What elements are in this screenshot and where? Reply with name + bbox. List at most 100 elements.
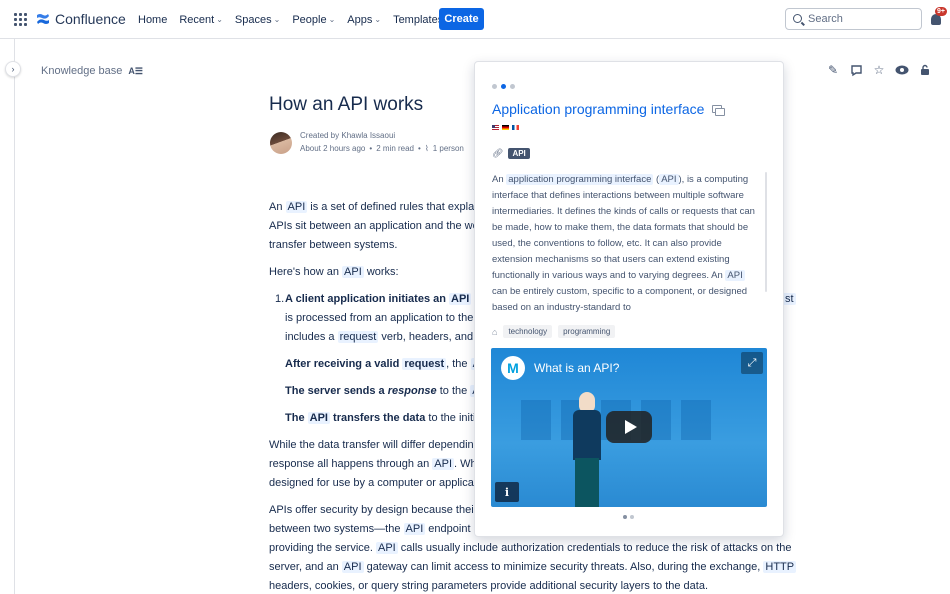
notifications-button[interactable]: 9+ — [930, 7, 947, 26]
video-title: What is an API? — [534, 361, 620, 375]
nav-apps[interactable]: Apps ⌄ — [347, 14, 381, 26]
search-placeholder: Search — [808, 13, 843, 25]
fullscreen-icon[interactable]: ⤢ — [741, 352, 763, 374]
french-flag-icon[interactable] — [512, 125, 519, 130]
glossary-term[interactable]: API — [432, 458, 455, 470]
nav-apps-label: Apps — [347, 13, 373, 26]
breadcrumb: Knowledge base A☰ — [41, 65, 143, 77]
tag-icon: ⌂ — [492, 326, 498, 337]
separator-dot: • — [418, 144, 421, 153]
glossary-term[interactable]: API — [341, 561, 364, 573]
list-item: After receiving a valid request, the A — [285, 355, 482, 374]
page-width-icon[interactable]: A☰ — [128, 66, 143, 77]
sidebar-collapsed — [0, 39, 15, 594]
page-viewers[interactable]: 1 person — [433, 144, 464, 153]
page-read-time: 2 min read — [376, 144, 414, 153]
list-item-overflow: st — [783, 290, 796, 309]
nav-people[interactable]: People ⌄ — [292, 14, 335, 26]
glossary-term[interactable]: API — [449, 293, 472, 305]
chevron-down-icon: ⌄ — [328, 15, 336, 24]
list-item: The API transfers the data to the initi — [285, 412, 476, 424]
embedded-video[interactable]: M What is an API? ⤢ i — [491, 348, 767, 507]
list-item-number: 1. — [275, 293, 285, 305]
chevron-down-icon: ⌄ — [374, 15, 382, 24]
page-updated: About 2 hours ago — [300, 144, 366, 153]
chevron-down-icon: ⌄ — [216, 15, 223, 24]
german-flag-icon[interactable] — [502, 125, 509, 130]
video-pager — [623, 515, 634, 519]
paragraph-2: Here's how an API works: — [269, 266, 399, 278]
restrictions-lock-icon[interactable] — [918, 63, 932, 77]
nav-templates[interactable]: Templates — [393, 14, 443, 26]
page-author: Created by Khawla Issaoui — [300, 131, 396, 140]
confluence-logo-icon — [37, 14, 49, 24]
list-item: A client application initiates an API c … — [285, 293, 482, 343]
nav-recent-label: Recent — [179, 13, 215, 26]
nav-home[interactable]: Home — [138, 14, 167, 26]
nav-recent[interactable]: Recent ⌄ — [179, 14, 223, 26]
glossary-term[interactable]: request — [402, 358, 447, 370]
video-illustration — [569, 392, 603, 507]
alias-row: 🔗︎ API — [492, 148, 530, 159]
paragraph-3: While the data transfer will differ depe… — [269, 439, 483, 489]
notification-badge: 9+ — [935, 7, 947, 16]
list-item: The server sends a response to the AP — [285, 382, 489, 401]
top-navigation: Confluence Home Recent ⌄ Spaces ⌄ People ⌄ … — [0, 0, 950, 39]
glossary-term[interactable]: API — [725, 270, 745, 281]
term-title[interactable]: Application programming interface — [492, 101, 704, 117]
pager-dot[interactable] — [630, 515, 634, 519]
app-name: Confluence — [55, 11, 126, 27]
create-button[interactable]: Create — [439, 8, 484, 30]
avatar[interactable] — [270, 132, 292, 154]
watch-eye-icon[interactable] — [895, 63, 909, 77]
tag-chip[interactable]: technology — [503, 325, 553, 338]
alias-chip[interactable]: API — [508, 148, 530, 159]
pager-dot[interactable] — [492, 84, 497, 89]
glossary-term[interactable]: request — [337, 331, 379, 343]
glossary-term[interactable]: API — [659, 174, 679, 185]
page-title: How an API works — [269, 94, 424, 115]
analytics-icon: ⌇ — [424, 144, 429, 153]
term-description: An application programming interface (AP… — [492, 174, 755, 312]
glossary-popup: Application programming interface 🔗︎ API… — [474, 61, 784, 537]
popup-title: Application programming interface — [492, 101, 726, 117]
expand-sidebar-button[interactable]: › — [5, 61, 21, 77]
edit-icon[interactable]: ✎ — [826, 63, 840, 77]
description-scrollbar[interactable] — [765, 172, 767, 292]
glossary-term[interactable]: HTTP — [763, 561, 797, 573]
paragraph-1: An API is a set of defined rules that ex… — [269, 201, 483, 251]
glossary-term[interactable]: application programming interface — [506, 174, 654, 185]
glossary-term[interactable]: API — [285, 201, 308, 213]
link-icon: 🔗︎ — [492, 148, 504, 158]
tag-chip[interactable]: programming — [558, 325, 616, 338]
copy-icon[interactable] — [712, 105, 726, 116]
glossary-term[interactable]: API — [307, 412, 330, 424]
mulesoft-logo: M — [501, 356, 525, 380]
nav-spaces[interactable]: Spaces ⌄ — [235, 14, 280, 26]
glossary-term[interactable]: st — [783, 293, 796, 305]
popup-pager — [492, 84, 515, 89]
confluence-logo[interactable]: Confluence — [36, 11, 126, 27]
pager-dot-active[interactable] — [501, 84, 506, 89]
page-toolbar: ✎ ☆ — [826, 63, 932, 77]
search-input[interactable]: Search — [785, 8, 922, 30]
glossary-term[interactable]: API — [342, 266, 364, 278]
nav-spaces-label: Spaces — [234, 13, 272, 26]
app-switcher-icon[interactable] — [14, 13, 27, 26]
glossary-term[interactable]: API — [403, 523, 426, 535]
nav-people-label: People — [292, 13, 327, 26]
info-icon[interactable]: i — [495, 482, 519, 502]
star-icon[interactable]: ☆ — [872, 63, 886, 77]
nav-templates-label: Templates — [393, 13, 444, 26]
comment-icon[interactable] — [849, 63, 863, 77]
glossary-term[interactable]: API — [376, 542, 398, 554]
play-button[interactable] — [606, 411, 652, 443]
pager-dot-active[interactable] — [623, 515, 627, 519]
chevron-right-icon: › — [11, 64, 15, 74]
separator-dot: • — [369, 144, 373, 153]
term-tags: ⌂ technology programming — [492, 325, 616, 338]
pager-dot[interactable] — [510, 84, 515, 89]
language-flags — [492, 125, 519, 130]
us-flag-icon[interactable] — [492, 125, 499, 130]
breadcrumb-space[interactable]: Knowledge base — [41, 65, 122, 77]
